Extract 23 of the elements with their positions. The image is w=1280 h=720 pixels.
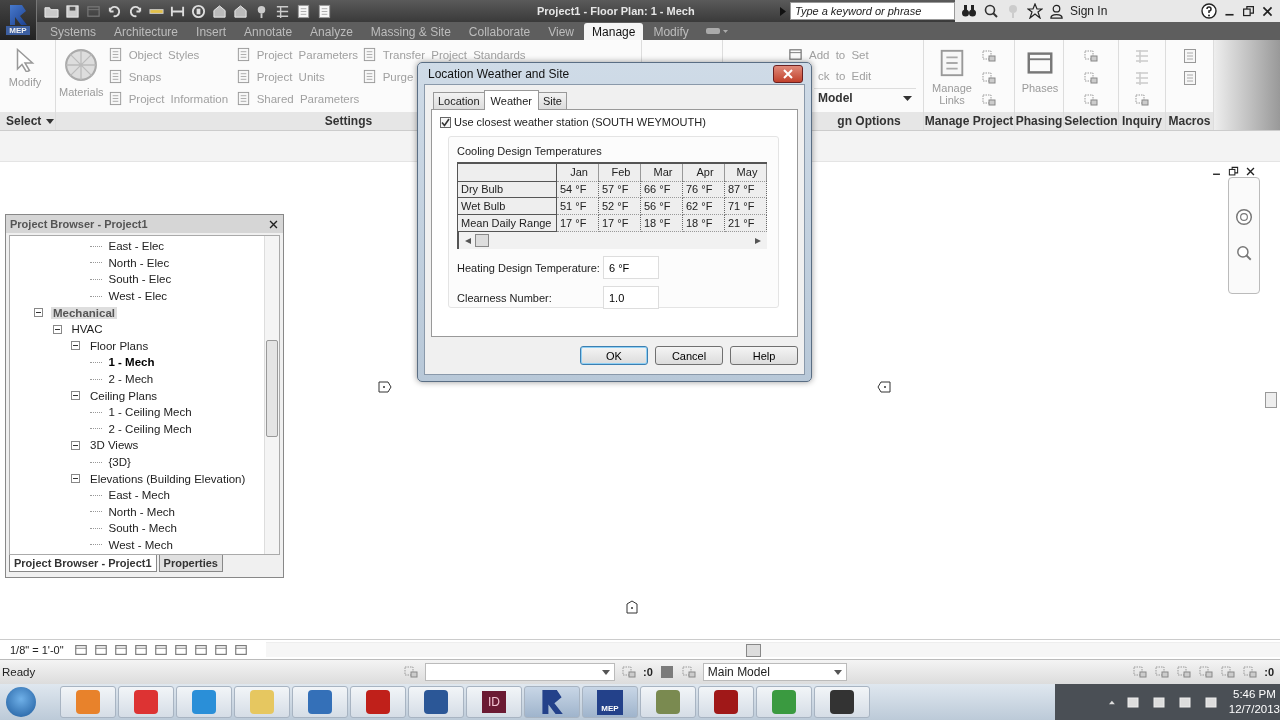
panel-title: Phasing [1015,112,1063,130]
column-header: May [725,164,767,182]
row-header: Dry Bulb [457,181,557,198]
filter-count: :0 [1264,666,1274,678]
app-letters: ID [482,691,506,713]
row-header: Wet Bulb [457,198,557,215]
column-header: Feb [599,164,641,182]
field-label: Clearness Number: [457,291,553,304]
panel-title: Macros [1166,112,1213,130]
group-title: Cooling Design Temperatures [457,145,603,157]
dialog-title: Location Weather and Site [428,66,570,81]
panel-title: Project Browser - Project1 [10,218,148,230]
status-text: Ready [2,666,37,678]
app-badge: MEP [597,689,623,715]
panel-title: Inquiry [1119,112,1165,130]
panel-title: Manage Project [924,112,1014,130]
column-header: Mar [641,164,683,182]
column-header: Jan [557,164,599,182]
column-header: Apr [683,164,725,182]
window-title: Project1 - Floor Plan: 1 - Mech [537,5,695,17]
panel-title: Selection [1064,112,1118,130]
selection-count: :0 [643,666,653,678]
field-label: Heating Design Temperature: [457,261,601,274]
